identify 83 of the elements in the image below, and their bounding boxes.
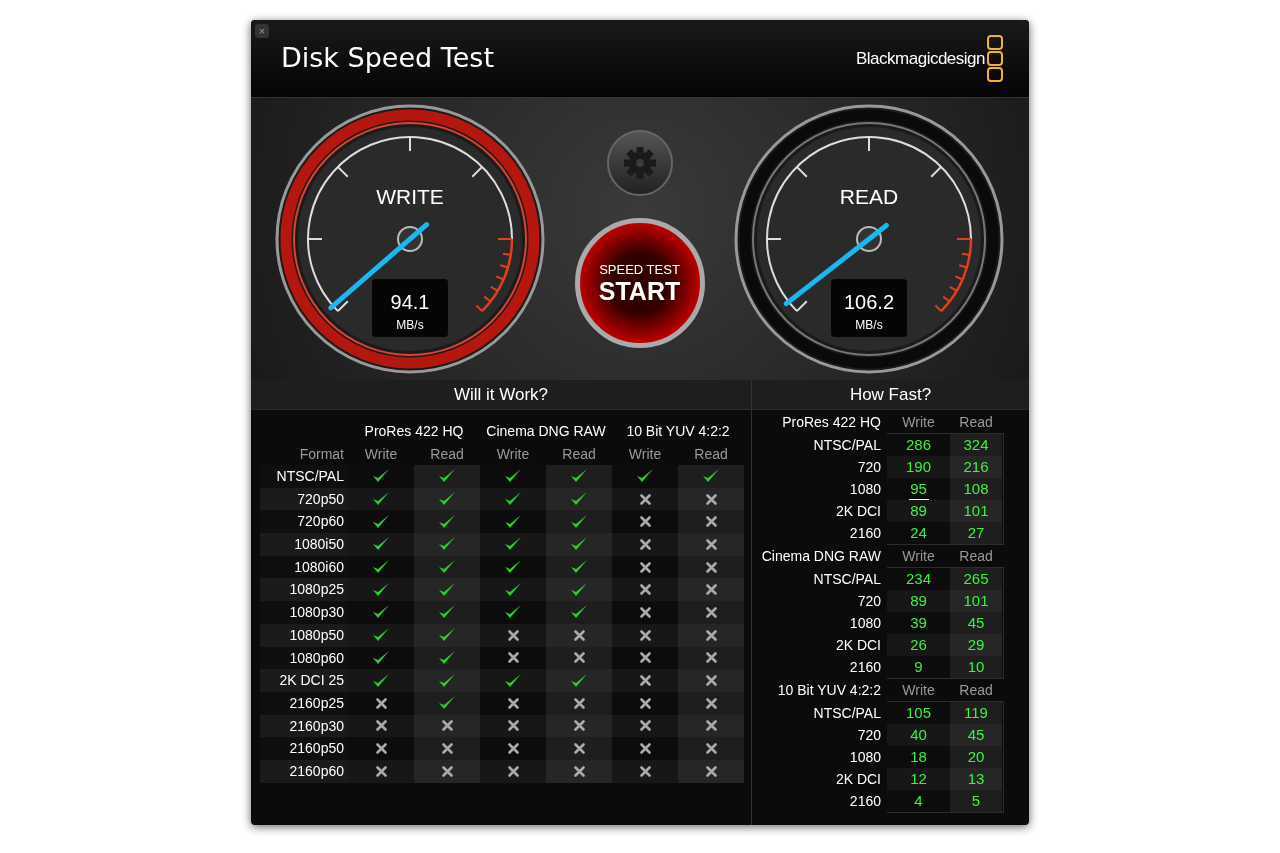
row-label: 2160 [848,791,882,811]
table-cell: 265 [950,568,1002,590]
table-cell: 101 [950,590,1002,612]
row-label: NTSC/PAL [812,435,882,455]
table-cell: 190 [887,456,950,478]
speed-value: 106.2 [843,291,895,313]
row-label: 720 [856,591,882,611]
row-label: 2K DCI 25 [260,669,348,692]
table-cell: 10 [950,656,1002,678]
column-header: Format [298,444,345,464]
row-label: 1080p50 [260,623,348,647]
row-label: 2160p25 [260,691,348,715]
column-header: Read [693,444,729,464]
column-group-header: ProRes 422 HQ [363,422,465,441]
table-cell: 29 [950,634,1002,656]
row-label: 720p60 [260,510,348,534]
column-header: Read [958,412,994,432]
column-header: Write [901,412,936,432]
row-label: 1080 [848,747,882,767]
row-label: 2160 [848,657,882,677]
row-label: 720 [856,457,882,477]
section-heading: ProRes 422 HQ [781,412,882,432]
row-label: 1080 [848,613,882,633]
row-label: 1080p60 [260,646,348,670]
column-header: Write [627,444,663,464]
row-label: 1080 [848,479,882,499]
table-cell: 26 [887,634,950,656]
section-title: How Fast? [752,380,1029,410]
row-label: 2K DCI [834,501,882,521]
table-cell: 27 [950,522,1002,544]
column-header: Write [901,546,936,566]
row-label: 720p50 [260,487,348,511]
row-label: NTSC/PAL [812,703,882,723]
row-label: 1080p25 [260,578,348,602]
section-title: Will it Work? [251,380,751,410]
column-header: Read [958,546,994,566]
row-label: 1080i50 [260,533,348,556]
row-label: 2160 [848,523,882,543]
row-label: 2K DCI [834,635,882,655]
table-cell: 216 [950,456,1002,478]
row-label: 1080p30 [260,601,348,624]
column-header: Read [429,444,465,464]
section-heading: 10 Bit YUV 4:2:2 [776,680,882,700]
table-cell: 89 [887,590,950,612]
row-label: 2160p60 [260,759,348,783]
table-cell: 101 [950,500,1002,522]
table-cell: 89 [887,500,950,522]
table-cell: 12 [887,768,950,790]
gauge-label: WRITE [376,185,444,208]
window-title: Disk Speed Test [281,41,494,76]
row-label: 720 [856,725,882,745]
row-label: 2160p50 [260,737,348,760]
row-label: NTSC/PAL [260,465,348,488]
logo-icon [987,34,1003,83]
column-header: Write [495,444,531,464]
speed-value: 94.1 [390,291,430,313]
close-button[interactable]: × [255,24,269,38]
section-heading: Cinema DNG RAW [760,546,882,566]
table-cell: 324 [950,434,1002,456]
settings-icon [621,145,658,181]
row-label: NTSC/PAL [812,569,882,589]
column-group-header: 10 Bit YUV 4:2:2 [625,422,731,441]
speed-unit: MB/s [855,318,883,332]
row-label: 2K DCI [834,769,882,789]
column-group-header: Cinema DNG RAW [485,422,607,441]
table-cell: 119 [950,702,1002,724]
table-cell: 20 [950,746,1002,768]
gauge-label: READ [839,185,899,208]
column-header: Write [363,444,399,464]
table-cell: 108 [950,478,1002,500]
row-label: 1080i60 [260,555,348,579]
table-cell: 5 [950,790,1002,812]
table-cell: 13 [950,768,1002,790]
table-cell: 45 [950,612,1002,634]
speed-unit: MB/s [396,318,424,332]
table-cell: 45 [950,724,1002,746]
table-cell: 40 [887,724,950,746]
column-header: Read [958,680,994,700]
column-header: Read [561,444,597,464]
column-header: Write [901,680,936,700]
row-label: 2160p30 [260,714,348,738]
start-button[interactable]: SPEED TEST START [574,218,705,348]
brand-name: Blackmagicdesign [856,47,985,70]
